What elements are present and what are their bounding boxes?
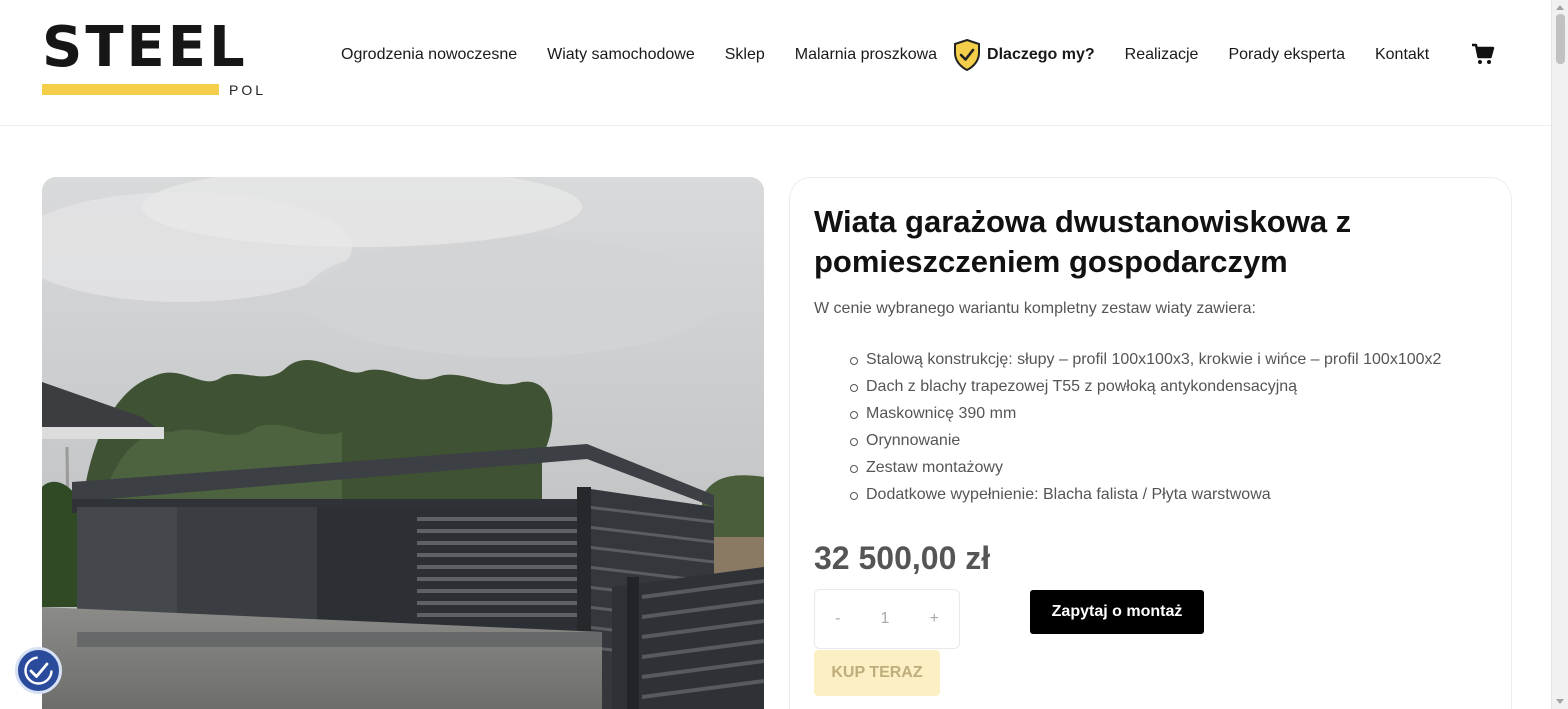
quantity-stepper: - 1 + <box>814 589 960 649</box>
buy-now-button[interactable]: KUP TERAZ <box>814 650 940 696</box>
site-header: STEEL POL Ogrodzenia nowoczesne Wiaty sa… <box>0 0 1551 126</box>
product-title: Wiata garażowa dwustanowiskowa z pomiesz… <box>814 204 1352 279</box>
quantity-minus-button[interactable]: - <box>835 610 840 628</box>
ask-installation-button[interactable]: Zapytaj o montaż <box>1030 590 1204 634</box>
feature-list: Stalową konstrukcję: słupy – profil 100x… <box>849 346 1441 508</box>
quantity-plus-button[interactable]: + <box>930 610 939 628</box>
nav-item-dlaczego-label: Dlaczego my? <box>987 46 1095 63</box>
product-image[interactable] <box>42 177 764 709</box>
logo-accent-bar <box>42 84 219 95</box>
product-info-card: Wiata garażowa dwustanowiskowa z pomiesz… <box>789 177 1512 709</box>
nav-item-wiaty[interactable]: Wiaty samochodowe <box>547 44 695 66</box>
scroll-up-arrow-icon[interactable] <box>1556 5 1564 10</box>
list-item: Stalową konstrukcję: słupy – profil 100x… <box>849 346 1441 373</box>
accessibility-widget-button[interactable] <box>15 647 62 694</box>
nav-item-ogrodzenia[interactable]: Ogrodzenia nowoczesne <box>341 44 517 66</box>
product-intro: W cenie wybranego wariantu kompletny zes… <box>814 300 1256 317</box>
scroll-down-arrow-icon[interactable] <box>1556 699 1564 704</box>
nav-item-kontakt[interactable]: Kontakt <box>1375 44 1429 66</box>
list-item: Maskownicę 390 mm <box>849 400 1441 427</box>
list-item: Orynnowanie <box>849 427 1441 454</box>
nav-item-porady[interactable]: Porady eksperta <box>1228 44 1345 66</box>
accessibility-icon <box>24 656 53 685</box>
scrollbar-thumb[interactable] <box>1556 14 1565 64</box>
shield-check-icon <box>953 38 981 72</box>
logo-wordmark: STEEL <box>42 15 248 80</box>
nav-item-realizacje[interactable]: Realizacje <box>1125 44 1199 66</box>
list-item: Dodatkowe wypełnienie: Blacha falista / … <box>849 481 1441 508</box>
list-item: Dach z blachy trapezowej T55 z powłoką a… <box>849 373 1441 400</box>
nav-item-malarnia[interactable]: Malarnia proszkowa <box>795 44 937 66</box>
main-nav: Ogrodzenia nowoczesne Wiaty samochodowe … <box>341 38 1429 72</box>
product-price: 32 500,00 zł <box>814 540 991 576</box>
quantity-input[interactable]: 1 <box>881 610 890 628</box>
logo-subtitle: POL <box>229 82 267 98</box>
nav-item-sklep[interactable]: Sklep <box>725 44 765 66</box>
site-logo[interactable]: STEEL POL <box>42 20 268 100</box>
list-item: Zestaw montażowy <box>849 454 1441 481</box>
page-scrollbar[interactable] <box>1551 0 1568 709</box>
cart-icon[interactable] <box>1471 42 1495 66</box>
nav-item-dlaczego-my[interactable]: Dlaczego my? <box>953 38 1095 72</box>
